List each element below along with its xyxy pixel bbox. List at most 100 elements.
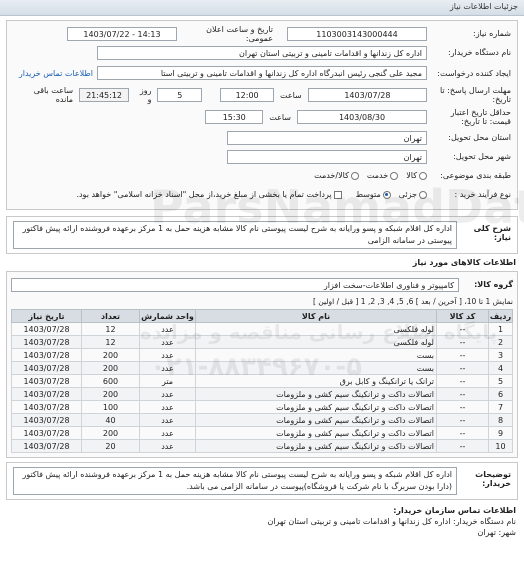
goods-section-title: اطلاعات کالاهای مورد نیاز	[412, 258, 516, 267]
cell-date: 1403/07/28	[11, 335, 82, 349]
validity-date-field: 1403/08/30	[297, 110, 427, 124]
buyer-field: اداره کل زندانها و اقدامات تامینی و تربی…	[97, 45, 427, 60]
buyer-contact-city: شهر: تهران	[477, 528, 516, 537]
table-row: 4 -- بست عدد 200 1403/07/28	[11, 361, 513, 375]
cell-date: 1403/07/28	[11, 426, 82, 440]
process-medium-radio[interactable]: متوسط	[356, 190, 391, 199]
buyer-label: نام دستگاه خریدار:	[448, 48, 511, 57]
cell-date: 1403/07/28	[11, 387, 82, 401]
cell-row: 4	[488, 361, 513, 375]
province-field: تهران	[227, 130, 427, 145]
cell-qty: 600	[81, 374, 140, 388]
cell-name: لوله فلکسی	[195, 335, 437, 349]
cell-qty: 12	[81, 335, 140, 349]
cell-row: 9	[488, 426, 513, 440]
category-service-radio[interactable]: خدمت	[367, 171, 399, 180]
cell-qty: 20	[81, 439, 140, 453]
cell-unit: عدد	[139, 400, 196, 414]
reply-time-label: ساعت	[279, 90, 302, 100]
notes-text: اداره کل اقلام شبکه و پسو ورایانه به شرح…	[13, 467, 457, 495]
notes-label: توضیحات خریدار:	[475, 470, 511, 488]
cell-name: ترانک یا ترانکینگ و کابل برق	[195, 374, 437, 388]
announce-field: 1403/07/22 - 14:13	[67, 26, 177, 41]
cell-qty: 100	[81, 400, 140, 414]
treasury-payment-checkbox[interactable]: پرداخت تمام یا بخشی از مبلغ خرید،از محل …	[76, 190, 342, 199]
city-field: تهران	[227, 149, 427, 164]
city-label: شهر محل تحویل:	[453, 152, 511, 161]
cell-date: 1403/07/28	[11, 374, 82, 388]
day-count-field: 5	[157, 88, 203, 102]
table-row: 9 -- اتصالات داکت و ترانکینگ سیم کشی و ملز…	[11, 426, 513, 440]
cell-qty: 200	[81, 348, 140, 362]
cell-row: 8	[488, 413, 513, 427]
cell-row: 6	[488, 387, 513, 401]
col-date: تاریخ نیاز	[11, 309, 82, 323]
cell-name: بست	[195, 348, 437, 362]
table-row: 8 -- اتصالات داکت و ترانکینگ سیم کشی و ملز…	[11, 413, 513, 427]
day-word: روز و	[139, 86, 152, 104]
reply-deadline-label: مهلت ارسال پاسخ: تا تاریخ:	[439, 86, 511, 104]
cell-unit: عدد	[139, 322, 196, 336]
need-info-panel: شماره نیاز: 1103003143000444 تاریخ و ساع…	[6, 20, 518, 210]
cell-qty: 12	[81, 322, 140, 336]
process-minor-radio[interactable]: جزئی	[399, 190, 427, 199]
buyer-contact-section: اطلاعات تماس سازمان خریدار: نام دستگاه خ…	[8, 505, 516, 538]
summary-label: شرح کلی نیاز:	[473, 224, 511, 242]
cell-code: --	[436, 322, 489, 336]
cell-code: --	[436, 374, 489, 388]
validity-time-label: ساعت	[269, 112, 291, 122]
radio-icon	[350, 171, 359, 180]
cell-code: --	[436, 439, 489, 453]
radio-icon	[419, 171, 427, 180]
cell-row: 1	[488, 322, 513, 336]
cell-name: لوله فلکسی	[195, 322, 437, 336]
cell-row: 10	[488, 439, 513, 453]
goods-group-label: گروه کالا:	[474, 280, 513, 289]
cell-qty: 40	[81, 413, 140, 427]
cell-row: 2	[488, 335, 513, 349]
category-goods-radio[interactable]: کالا	[406, 171, 427, 180]
goods-table: ردیف کد کالا نام کالا واحد شمارش تعداد ت…	[11, 309, 513, 453]
province-label: استان محل تحویل:	[448, 133, 511, 142]
buyer-contact-title: اطلاعات تماس سازمان خریدار:	[393, 506, 516, 515]
buyer-contact-name: نام دستگاه خریدار: اداره کل زندانها و اق…	[267, 517, 516, 526]
pager[interactable]: نمایش 1 تا 10، [ آخرین / بعد ] 6, 5, 4, …	[11, 297, 513, 306]
cell-code: --	[436, 413, 489, 427]
cell-row: 3	[488, 348, 513, 362]
cell-unit: عدد	[139, 348, 196, 362]
need-number-label: شماره نیاز:	[473, 29, 511, 38]
cell-date: 1403/07/28	[11, 400, 82, 414]
table-row: 2 -- لوله فلکسی عدد 12 1403/07/28	[11, 335, 513, 349]
cell-name: اتصالات داکت و ترانکینگ سیم کشی و ملزوما…	[195, 387, 437, 401]
validity-label: حداقل تاریخ اعتبار قیمت: تا تاریخ:	[450, 108, 511, 126]
table-row: 3 -- بست عدد 200 1403/07/28	[11, 348, 513, 362]
cell-unit: متر	[139, 374, 196, 388]
cell-date: 1403/07/28	[11, 439, 82, 453]
need-number-field: 1103003143000444	[287, 26, 427, 41]
cell-name: اتصالات داکت و ترانکینگ سیم کشی و ملزوما…	[195, 413, 437, 427]
cell-name: اتصالات داکت و ترانکینگ سیم کشی و ملزوما…	[195, 439, 437, 453]
cell-unit: عدد	[139, 439, 196, 453]
col-unit: واحد شمارش	[139, 309, 196, 323]
cell-qty: 200	[81, 426, 140, 440]
cell-code: --	[436, 361, 489, 375]
goods-group-field: کامپیوتر و فناوری اطلاعات-سخت افزار	[11, 277, 459, 292]
cell-qty: 200	[81, 387, 140, 401]
table-header-row: ردیف کد کالا نام کالا واحد شمارش تعداد ت…	[11, 309, 513, 323]
reply-date-field: 1403/07/28	[307, 88, 427, 102]
table-row: 5 -- ترانک یا ترانکینگ و کابل برق متر 600 140…	[11, 374, 513, 388]
col-row: ردیف	[488, 309, 513, 323]
cell-date: 1403/07/28	[11, 413, 82, 427]
cell-unit: عدد	[139, 387, 196, 401]
table-row: 7 -- اتصالات داکت و ترانکینگ سیم کشی و ملز…	[11, 400, 513, 414]
cell-unit: عدد	[139, 426, 196, 440]
announce-label: تاریخ و ساعت اعلان عمومی:	[206, 24, 273, 43]
buyer-contact-link[interactable]: اطلاعات تماس خریدار	[19, 69, 97, 78]
cell-unit: عدد	[139, 335, 196, 349]
cell-name: اتصالات داکت و ترانکینگ سیم کشی و ملزوما…	[195, 426, 437, 440]
notes-panel: توضیحات خریدار: اداره کل اقلام شبکه و پس…	[6, 462, 518, 500]
category-label: طبقه بندی موضوعی:	[440, 171, 511, 180]
category-goods-service-radio[interactable]: کالا/خدمت	[314, 171, 359, 180]
table-row: 6 -- اتصالات داکت و ترانکینگ سیم کشی و ملز…	[11, 387, 513, 401]
page-title: جزئیات اطلاعات نیاز	[449, 2, 518, 11]
